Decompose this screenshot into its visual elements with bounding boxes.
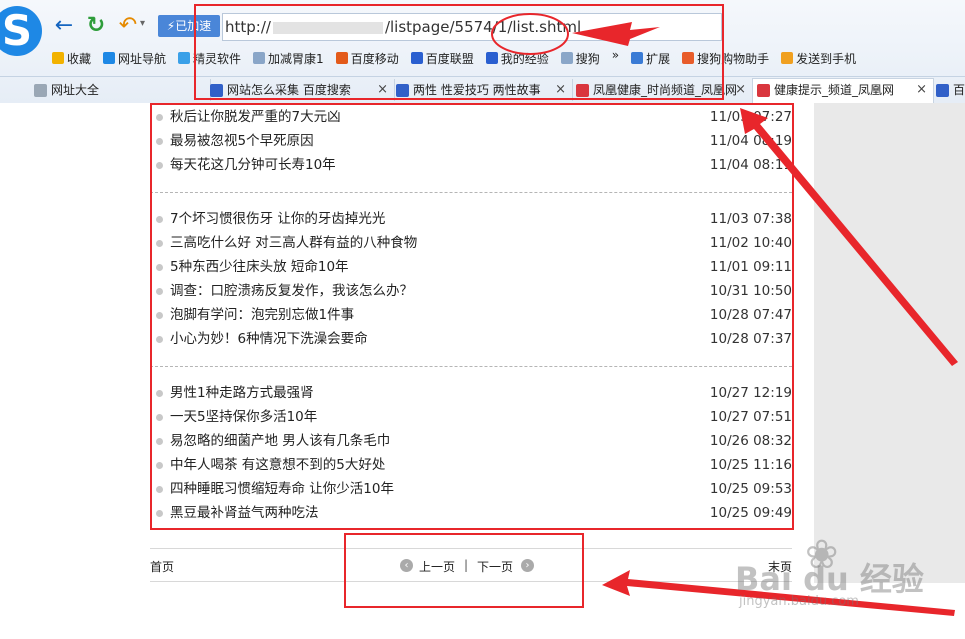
bookmark-label: 网址导航 [118, 51, 167, 66]
browser-tab[interactable]: 健康提示_频道_凤凰网 × [752, 78, 934, 103]
sogou-icon [103, 52, 116, 64]
bookmark-item[interactable]: 发送到手机 [781, 48, 856, 68]
bookmark-label: 收藏 [67, 51, 92, 66]
right-gray-panel [814, 103, 965, 583]
sogou-browser-logo-icon[interactable]: S [0, 6, 42, 56]
close-icon[interactable]: × [735, 79, 746, 101]
browser-tab[interactable]: 百 [932, 79, 965, 101]
annotation-box-list [150, 103, 794, 530]
phone-icon [781, 52, 794, 64]
first-page-link[interactable]: 首页 [150, 558, 174, 575]
tab-label: 百 [953, 83, 965, 97]
tab-label: 网址大全 [51, 83, 100, 97]
phoenix-icon [757, 84, 770, 97]
chevron-down-icon[interactable]: ▾ [140, 18, 145, 29]
paw-icon [936, 84, 949, 97]
globe-icon [34, 84, 47, 97]
bookmark-label: 发送到手机 [796, 51, 857, 66]
annotation-box-header [194, 4, 724, 100]
undo-icon[interactable]: ↶ [116, 14, 140, 38]
watermark-url: jingyan.baidu.com [739, 594, 859, 609]
lightning-icon: ⚡ [166, 19, 176, 33]
tab-label: 健康提示_频道_凤凰网 [774, 83, 895, 97]
close-icon[interactable]: × [916, 79, 927, 101]
annotation-box-pager [344, 533, 584, 608]
star-icon [52, 52, 64, 64]
baidu-jingyan-watermark: ❀ Bai du 经验 jingyan.baidu.com [735, 532, 935, 632]
browser-tab[interactable]: 网址大全 [30, 79, 211, 101]
back-arrow-icon[interactable]: ← [52, 14, 76, 38]
bookmark-item[interactable]: 网址导航 [103, 48, 166, 68]
gem-icon [178, 52, 191, 64]
refresh-icon[interactable]: ↻ [84, 14, 108, 38]
bookmark-item[interactable]: 收藏 [52, 48, 91, 68]
